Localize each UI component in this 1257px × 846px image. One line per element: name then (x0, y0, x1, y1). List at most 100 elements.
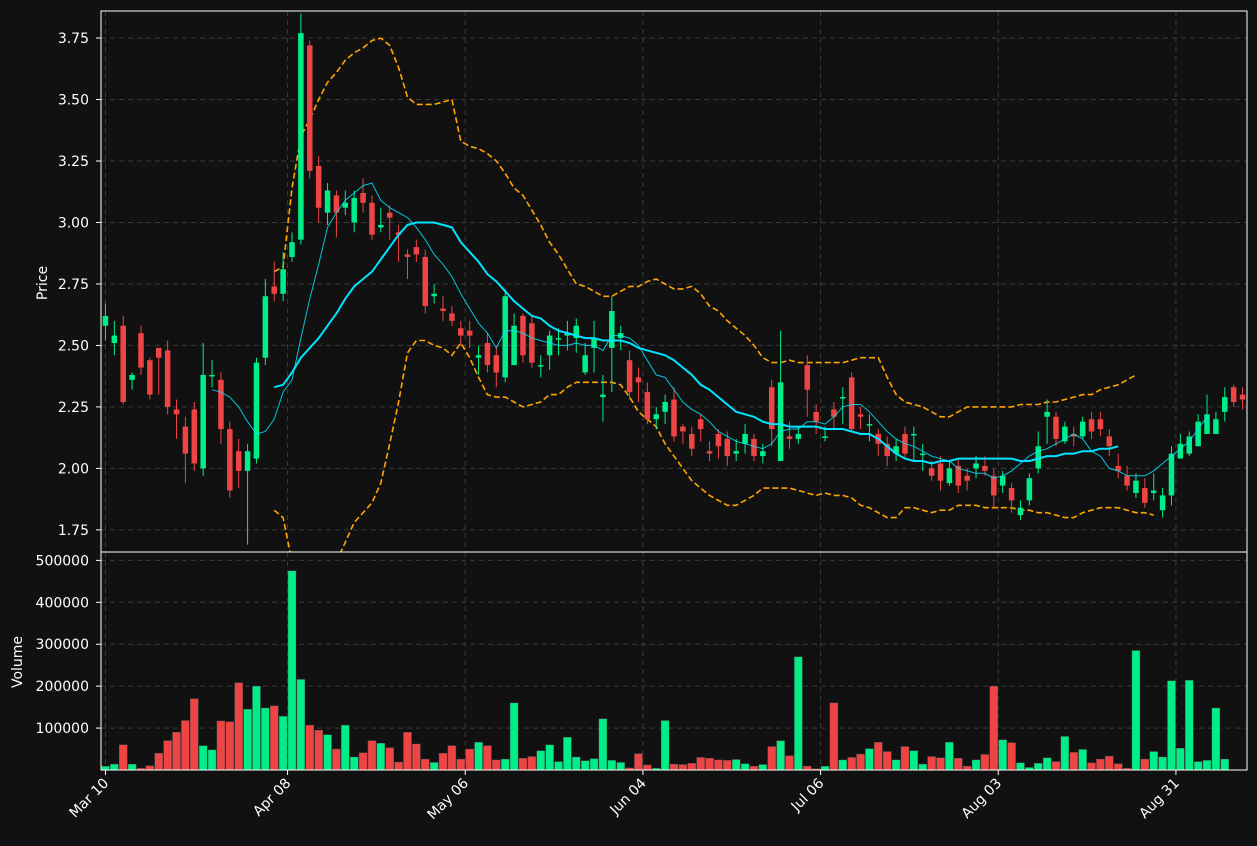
candle-down (813, 411, 819, 422)
candle-down (831, 409, 837, 417)
volume-bar (527, 756, 537, 771)
volume-bar (794, 656, 803, 771)
volume-y-ticks: 100000 200000 300000 400000 500000 (36, 553, 101, 737)
candle-up (911, 433, 917, 436)
volume-bar (1034, 763, 1043, 771)
volume-bar (1051, 761, 1061, 771)
volume-bar (1220, 758, 1229, 771)
volume-bar (438, 753, 448, 771)
candle-down (182, 426, 189, 454)
candle-up (431, 293, 437, 297)
volume-bar (696, 757, 705, 771)
price-tick-label: 3.50 (58, 93, 89, 109)
candle-down (218, 379, 224, 430)
candle-down (493, 355, 500, 373)
x-tick-label: May 06 (425, 775, 473, 823)
candle-up (298, 33, 304, 240)
volume-bar (776, 740, 785, 771)
volume-bar (1069, 752, 1078, 771)
candle-down (520, 315, 526, 356)
volume-bar (1113, 763, 1123, 771)
x-tick-label: Aug 31 (1136, 776, 1182, 822)
volume-bar (607, 760, 617, 771)
candle-down (857, 414, 864, 417)
candle-down (413, 247, 420, 255)
volume-bar (1202, 760, 1212, 771)
candle-down (635, 377, 642, 383)
candle-up (475, 355, 482, 358)
volume-panel: 100000 200000 300000 400000 500000 Volume (10, 552, 1247, 771)
volume-bar (243, 709, 252, 771)
candle-up (378, 224, 384, 228)
volume-bar (225, 721, 235, 771)
price-tick-label: 3.25 (58, 154, 89, 170)
volume-bar (163, 740, 172, 771)
candle-up (1195, 421, 1201, 447)
volume-bar (207, 749, 217, 771)
candle-up (662, 401, 668, 412)
candle-up (822, 436, 828, 438)
candle-up (555, 338, 562, 340)
volume-bar (971, 759, 981, 771)
upper-band-line (273, 37, 1137, 418)
volume-bar (483, 745, 492, 771)
candle-down (706, 451, 713, 454)
candle-down (1088, 419, 1095, 432)
volume-bar (803, 766, 812, 771)
candle-up (1222, 397, 1228, 412)
volume-bar (1167, 680, 1176, 771)
price-tick-label: 2.75 (58, 277, 89, 293)
candle-up (102, 315, 109, 326)
candle-up (582, 355, 588, 373)
candle-up (760, 451, 766, 457)
volume-bar (954, 758, 963, 771)
candle-up (289, 242, 295, 257)
volume-bar (767, 746, 776, 771)
candle-down (1142, 488, 1148, 503)
volume-bar (749, 766, 759, 771)
candle-down (235, 451, 242, 471)
volume-bar (962, 766, 972, 771)
candle-down (991, 475, 997, 496)
candle-up (1177, 443, 1184, 459)
candle-up (1079, 421, 1086, 437)
volume-bar (891, 759, 901, 771)
volume-bar (678, 764, 688, 771)
x-tick-label: Mar 10 (67, 776, 113, 822)
volume-tick-label: 300000 (36, 637, 89, 653)
volume-bar (341, 724, 350, 771)
x-tick-label: Jul 06 (788, 775, 828, 815)
volume-bar (119, 744, 128, 771)
candle-down (458, 328, 464, 336)
candle-up (1044, 411, 1050, 417)
candle-up (777, 382, 784, 462)
volume-bar (1007, 742, 1016, 771)
candle-up (1026, 478, 1033, 501)
candle-down (386, 212, 393, 218)
candle-up (129, 374, 135, 380)
candle-down (307, 45, 313, 171)
volume-bar (385, 747, 394, 771)
volume-bar (536, 750, 545, 771)
candle-up (502, 296, 508, 378)
volume-bar (509, 702, 519, 771)
candle-up (209, 374, 215, 377)
candle-up (1213, 419, 1219, 434)
volume-bar (669, 763, 679, 771)
candle-up (999, 475, 1006, 486)
price-tick-label: 2.50 (58, 338, 89, 354)
x-tick-label: Aug 03 (959, 776, 1005, 822)
candle-down (1124, 475, 1130, 486)
volume-bar (518, 758, 528, 771)
candle-up (537, 365, 544, 367)
volume-bar (394, 761, 403, 771)
candle-down (680, 426, 686, 432)
volume-bar (1087, 762, 1096, 771)
volume-bar (1016, 762, 1025, 771)
candle-down (1008, 488, 1015, 501)
candle-down (422, 256, 429, 307)
candle-down (786, 436, 793, 439)
candle-up (795, 433, 802, 439)
price-tick-label: 2.00 (58, 461, 89, 477)
volume-bar (909, 750, 919, 771)
